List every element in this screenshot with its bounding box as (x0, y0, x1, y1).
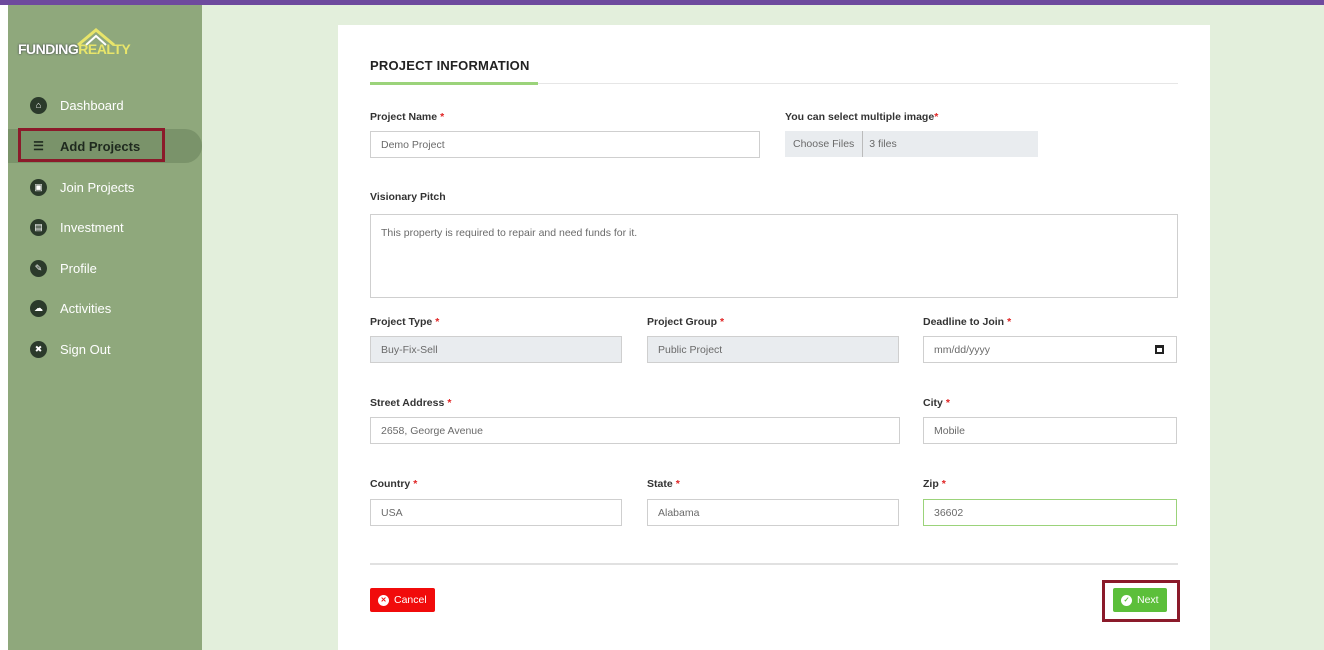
highlight-next-button (1102, 580, 1180, 622)
required-mark: * (435, 316, 440, 328)
deadline-placeholder: mm/dd/yyyy (934, 343, 991, 356)
sidebar: FUNDINGREALTY ⌂ Dashboard ☰ Add Projects… (8, 5, 202, 650)
images-label-text: You can select multiple image (785, 111, 935, 123)
choose-files-button[interactable]: Choose Files (785, 131, 864, 157)
left-gutter (0, 5, 8, 650)
required-mark: * (934, 111, 939, 123)
required-mark: * (1007, 316, 1012, 328)
deadline-date-input[interactable]: mm/dd/yyyy (923, 336, 1177, 363)
state-input[interactable]: Alabama (647, 499, 899, 526)
section-title: PROJECT INFORMATION (370, 58, 530, 73)
sidebar-item-label: Sign Out (60, 341, 111, 357)
required-mark: * (945, 397, 950, 409)
sidebar-item-activities[interactable]: ☁ Activities (8, 291, 202, 325)
sidebar-item-label: Activities (60, 300, 112, 316)
street-label-text: Street Address (370, 397, 445, 409)
city-label: City * (923, 397, 950, 409)
times-circle-icon: ✖ (30, 340, 47, 358)
project-group-label-text: Project Group (647, 316, 718, 328)
section-title-underline (370, 82, 538, 85)
sidebar-item-dashboard[interactable]: ⌂ Dashboard (8, 88, 202, 122)
visionary-pitch-textarea[interactable]: This property is required to repair and … (370, 214, 1178, 298)
zip-label-text: Zip (923, 478, 939, 490)
country-label-text: Country (370, 478, 411, 490)
required-mark: * (941, 478, 946, 490)
sidebar-item-investment[interactable]: ▤ Investment (8, 210, 202, 244)
sidebar-item-label: Join Projects (60, 179, 135, 195)
street-label: Street Address * (370, 397, 451, 409)
sidebar-item-profile[interactable]: ✎ Profile (8, 251, 202, 285)
project-group-label: Project Group * (647, 316, 724, 328)
city-input[interactable]: Mobile (923, 417, 1177, 444)
project-name-label: Project Name * (370, 111, 444, 123)
book-icon: ▤ (30, 218, 47, 236)
image-file-input[interactable]: Choose Files 3 files (785, 131, 1038, 157)
brand-part1: FUNDING (18, 41, 79, 57)
required-mark: * (440, 111, 445, 123)
project-group-field: Public Project (647, 336, 899, 363)
sidebar-item-label: Investment (60, 219, 124, 235)
cancel-circle-icon: ✕ (378, 594, 389, 606)
images-label: You can select multiple image* (785, 111, 938, 123)
pencil-icon: ✎ (30, 259, 47, 277)
required-mark: * (720, 316, 725, 328)
city-label-text: City (923, 397, 943, 409)
deadline-label-text: Deadline to Join (923, 316, 1005, 328)
project-name-label-text: Project Name (370, 111, 438, 123)
cloud-icon: ☁ (30, 299, 47, 317)
country-label: Country * (370, 478, 417, 490)
zip-label: Zip * (923, 478, 946, 490)
file-count: 3 files (869, 138, 897, 150)
required-mark: * (675, 478, 680, 490)
id-card-icon: ▣ (30, 178, 47, 196)
street-address-input[interactable]: 2658, George Avenue (370, 417, 900, 444)
brand-name: FUNDINGREALTY (18, 41, 131, 57)
project-type-label-text: Project Type (370, 316, 433, 328)
brand-logo[interactable]: FUNDINGREALTY (18, 27, 168, 63)
cancel-button[interactable]: ✕ Cancel (370, 588, 435, 612)
project-type-field: Buy-Fix-Sell (370, 336, 622, 363)
brand-part2: REALTY (78, 41, 131, 57)
country-input[interactable]: USA (370, 499, 622, 526)
highlight-add-projects (18, 128, 165, 162)
state-label-text: State (647, 478, 673, 490)
sidebar-item-sign-out[interactable]: ✖ Sign Out (8, 332, 202, 366)
state-label: State * (647, 478, 680, 490)
sidebar-item-label: Dashboard (60, 97, 124, 113)
sidebar-item-label: Profile (60, 260, 97, 276)
deadline-label: Deadline to Join * (923, 316, 1011, 328)
required-mark: * (413, 478, 418, 490)
project-form-card: PROJECT INFORMATION Project Name * Demo P… (338, 25, 1210, 650)
project-type-label: Project Type * (370, 316, 439, 328)
zip-input[interactable]: 36602 (923, 499, 1177, 526)
project-name-input[interactable]: Demo Project (370, 131, 760, 158)
cancel-label: Cancel (394, 594, 427, 606)
required-mark: * (447, 397, 452, 409)
pitch-label: Visionary Pitch (370, 191, 446, 203)
footer-divider (370, 563, 1178, 565)
sidebar-item-join-projects[interactable]: ▣ Join Projects (8, 170, 202, 204)
home-icon: ⌂ (30, 96, 47, 114)
calendar-icon[interactable] (1155, 345, 1164, 354)
